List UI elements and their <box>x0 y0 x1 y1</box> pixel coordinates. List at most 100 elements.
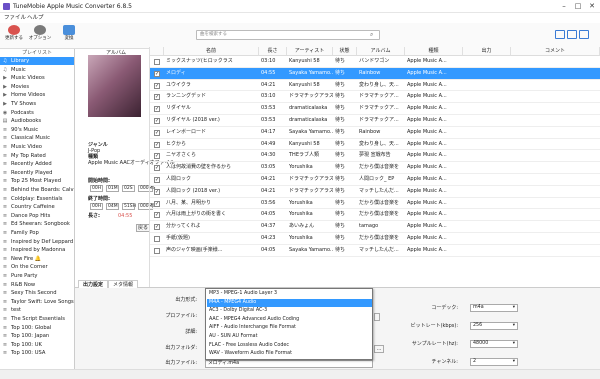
format-option[interactable]: MP3 - MPEG-1 Audio Layer 3 <box>207 290 372 298</box>
table-row[interactable]: ✓ ニヤオさくら 04:30 THEラブ人類 待ち 夢現 宣戦布告 Apple Music … <box>150 150 600 163</box>
sidebar-item[interactable]: ≡ New Fire 🔔 <box>0 255 74 263</box>
column-header[interactable]: 長さ <box>259 47 287 56</box>
search-icon[interactable]: ⌕ <box>370 30 373 40</box>
sidebar-item[interactable]: ≡ The Script Essentials <box>0 315 74 323</box>
format-option[interactable]: AAC - MPEG4 Advanced Audio Coding <box>207 316 372 324</box>
table-row[interactable]: 声のジャケ映画(手楽様... 04:05 Sayaka Yamamo... 待ち マッチ… <box>150 245 600 257</box>
table-row[interactable]: ✓ ユウイクラ 04:21 Kanyushi 58 待ち 変わり身し、天... Apple … <box>150 80 600 92</box>
track-checkbox[interactable]: ✓ <box>154 212 160 219</box>
profile-more-button[interactable] <box>374 313 380 321</box>
sidebar-item[interactable]: ≡ test <box>0 306 74 314</box>
view-grid-icon[interactable] <box>579 30 589 39</box>
table-row[interactable]: ✓ 分かってくれよ 04:37 あいみょん 待ち tamago Apple Music A.… <box>150 221 600 233</box>
tab-metadata[interactable]: メタ情報 <box>108 280 139 288</box>
table-row[interactable]: 手紙(仮題) 04:23 Yorushika 待ち だから僕は音楽を Apple Musi… <box>150 233 600 245</box>
end-second[interactable]: 51SH <box>122 203 136 210</box>
sidebar-item[interactable]: ≡ Taylor Swift: Love Songs <box>0 298 74 306</box>
column-header[interactable]: アーティスト <box>287 47 333 56</box>
track-checkbox[interactable]: ✓ <box>154 188 160 195</box>
column-header[interactable]: コメント <box>511 47 600 56</box>
track-checkbox[interactable]: ✓ <box>154 224 160 231</box>
samplerate-select[interactable]: 48000 ▾ <box>470 340 518 348</box>
sidebar-item[interactable]: ▶ Home Videos <box>0 91 74 99</box>
track-checkbox[interactable]: ✓ <box>154 177 160 183</box>
sidebar-item[interactable]: ≡ Dance Pop Hits <box>0 212 74 220</box>
column-header[interactable]: 名前 <box>164 47 259 56</box>
sidebar-item[interactable]: ≡ Sexy This Second <box>0 289 74 297</box>
browse-button[interactable]: ... <box>374 345 384 353</box>
search-input[interactable]: 曲を検索する <box>196 30 380 40</box>
view-list-icon[interactable] <box>555 30 565 39</box>
sidebar-scroll[interactable] <box>3 369 73 378</box>
table-row[interactable]: ✓ 人間ロック (2018 ver.) 04:21 ドラマチックアラスカ待ち マッチした… <box>150 186 600 198</box>
table-row[interactable]: ミックスナッツ(ヒロックラス 03:10 Kanyushi 58 待ち バンドワゴン Ap… <box>150 56 600 68</box>
column-header[interactable]: 状態 <box>333 47 357 56</box>
table-row[interactable]: ✓ 人間ロック 04:21 ドラマチックアラスカ待ち 人間ロック_ EP Apple Mu… <box>150 174 600 186</box>
sidebar-item[interactable]: ≡ Top 100: Japan <box>0 332 74 340</box>
sidebar-item[interactable]: ≡ Coldplay: Essentials <box>0 195 74 203</box>
codec-select[interactable]: m4a ▾ <box>470 304 518 312</box>
sidebar-item[interactable]: ≡ Inspired by Madonna <box>0 246 74 254</box>
track-checkbox[interactable]: ✓ <box>154 94 160 101</box>
start-second[interactable]: 02S <box>122 185 135 192</box>
track-checkbox[interactable]: ✓ <box>154 118 160 124</box>
sidebar-item[interactable]: ≡ Classical Music <box>0 134 74 142</box>
track-checkbox[interactable]: ✓ <box>154 200 160 207</box>
sidebar-item[interactable]: ≡ Family Pop <box>0 229 74 237</box>
end-minute[interactable]: 04M <box>106 203 119 210</box>
format-option[interactable]: AU - SUN AU Format <box>207 333 372 341</box>
format-option[interactable]: AC3 - Dolby Digital AC-3 <box>207 307 372 315</box>
format-option[interactable]: WAV - Waveform Audio File Format <box>207 350 372 358</box>
sidebar-item[interactable]: ≡ Top 100: UK <box>0 341 74 349</box>
menu-file[interactable]: ファイル <box>4 14 26 22</box>
column-header[interactable] <box>150 47 164 56</box>
convert-button[interactable]: 変換 <box>56 24 82 48</box>
close-icon[interactable]: ✕ <box>585 1 599 11</box>
table-row[interactable]: ✓ 六月は雨上がりの街を書く 04:05 Yorushika 待ち だから僕は音楽を App… <box>150 209 600 222</box>
sidebar-item[interactable]: ≡ Inspired by Def Leppard <box>0 238 74 246</box>
track-checkbox[interactable] <box>154 236 160 242</box>
end-hour[interactable]: 00H <box>90 203 103 210</box>
column-header[interactable]: 出力 <box>463 47 511 56</box>
maximize-icon[interactable]: □ <box>571 1 585 11</box>
column-header[interactable]: 種類 <box>405 47 463 56</box>
sidebar-item[interactable]: ≡ Recently Played <box>0 169 74 177</box>
table-row[interactable]: ✓ 八月、某、月明かり 03:56 Yorushika 待ち だから僕は音楽を Apple … <box>150 198 600 210</box>
sidebar-item[interactable]: ♫ Library <box>0 57 74 65</box>
track-checkbox[interactable] <box>154 59 160 65</box>
output-file-field[interactable]: メロディ.m4a <box>205 360 373 368</box>
sidebar-item[interactable]: ▤ Audiobooks <box>0 117 74 125</box>
sidebar-item[interactable]: ≡ Pure Party <box>0 272 74 280</box>
table-row[interactable]: ✓ ランニングデッド 03:10 ドラマチックアラスカ待ち ドラマチックア... Appl… <box>150 91 600 104</box>
sidebar-item[interactable]: ≡ Recently Added <box>0 160 74 168</box>
view-detail-icon[interactable] <box>567 30 577 39</box>
track-checkbox[interactable]: ✓ <box>154 165 160 172</box>
table-row[interactable]: ✓ リダイヤル 03:53 dramaticalaska 待ち ドラマチックア... App… <box>150 103 600 115</box>
sidebar-item[interactable]: ≡ Country Caffeine <box>0 203 74 211</box>
sidebar-item[interactable]: ≡ R&B Now <box>0 281 74 289</box>
bitrate-select[interactable]: 256 ▾ <box>470 322 518 330</box>
track-checkbox[interactable]: ✓ <box>154 129 160 136</box>
format-dropdown[interactable]: MP3 - MPEG-1 Audio Layer 3 M4A - MPEG4 Au… <box>205 288 373 360</box>
sidebar-item[interactable]: ≡ Top 100: USA <box>0 349 74 357</box>
track-checkbox[interactable]: ✓ <box>154 82 160 89</box>
refresh-button[interactable]: 更新する <box>1 24 27 48</box>
sidebar-item[interactable]: ≡ Ed Sheeran: Songbook <box>0 220 74 228</box>
table-row[interactable]: ✓ レインボーロード 04:17 Sayaka Yamamo... 待ち Rainbow A… <box>150 127 600 139</box>
tab-output-settings[interactable]: 出力設定 <box>78 280 109 288</box>
sidebar-item[interactable]: ≡ My Top Rated <box>0 152 74 160</box>
sidebar-item[interactable]: ▶ Music Videos <box>0 74 74 82</box>
track-checkbox[interactable]: ✓ <box>154 153 160 160</box>
format-option[interactable]: M4A - MPEG4 Audio <box>207 298 372 307</box>
track-checkbox[interactable]: ✓ <box>154 106 160 113</box>
format-option[interactable]: FLAC - Free Lossless Audio Codec <box>207 342 372 350</box>
sidebar-item[interactable]: ♫ Music <box>0 66 74 74</box>
sidebar-item[interactable]: ◉ Podcasts <box>0 109 74 117</box>
sidebar-item[interactable]: ≡ 90's Music <box>0 126 74 134</box>
sidebar-item[interactable]: ▶ Movies <box>0 83 74 91</box>
sidebar-item[interactable]: ≡ Music Video <box>0 143 74 151</box>
minimize-icon[interactable]: – <box>557 1 571 11</box>
sidebar-item[interactable]: ≡ Top 100: Global <box>0 324 74 332</box>
start-minute[interactable]: 01M <box>106 185 119 192</box>
sidebar-item[interactable]: ▶ TV Shows <box>0 100 74 108</box>
